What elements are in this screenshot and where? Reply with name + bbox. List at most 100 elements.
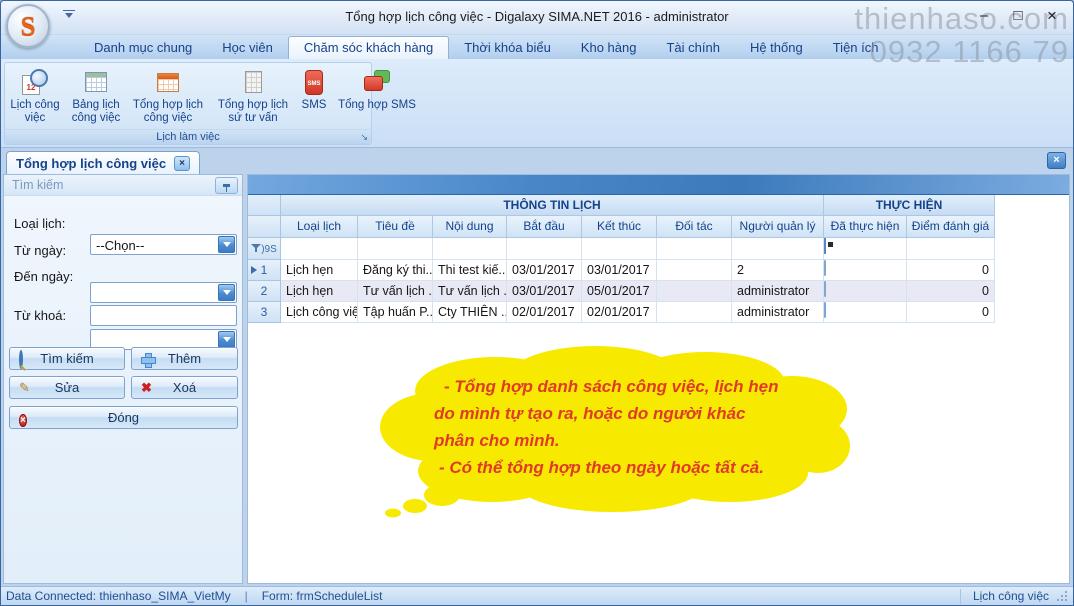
panel-close-button[interactable]: × <box>1047 152 1066 169</box>
tab-tai-chinh[interactable]: Tài chính <box>651 37 734 59</box>
column-header-noi-dung[interactable]: Nội dung <box>433 216 507 238</box>
field-label-tu-ngay: Từ ngày: <box>14 243 66 258</box>
checkbox-unchecked-icon[interactable] <box>824 260 826 276</box>
resize-grip[interactable] <box>1057 591 1068 602</box>
cell-da-thuc-hien[interactable] <box>824 302 907 323</box>
filter-indicator-cell[interactable]: )9S <box>248 238 281 260</box>
cell-da-thuc-hien[interactable] <box>824 260 907 281</box>
ribbon-button-tong-hop-sms[interactable]: Tổng hợp SMS <box>334 65 420 129</box>
cell-bat-dau[interactable]: 03/01/2017 <box>507 260 582 281</box>
cell-doi-tac[interactable] <box>657 281 732 302</box>
sheet-gray-icon <box>245 71 262 93</box>
ribbon-button-sms[interactable]: SMS <box>294 65 334 129</box>
cell-bat-dau[interactable]: 03/01/2017 <box>507 281 582 302</box>
cell-tieu-de[interactable]: Tập huấn P... <box>358 302 433 323</box>
cell-nguoi-quan-ly[interactable]: administrator <box>732 302 824 323</box>
column-header-bat-dau[interactable]: Bắt đầu <box>507 216 582 238</box>
band-thong-tin-lich[interactable]: THÔNG TIN LỊCH <box>281 195 824 216</box>
maximize-button[interactable]: □ <box>1009 6 1027 26</box>
tab-tien-ich[interactable]: Tiện ích <box>818 37 894 59</box>
tu-ngay-select[interactable] <box>90 282 237 303</box>
column-header-da-thuc-hien[interactable]: Đã thực hiện <box>824 216 907 238</box>
document-tab-close-icon[interactable]: × <box>174 156 190 171</box>
pin-button[interactable] <box>215 177 238 194</box>
quick-access-dropdown-icon[interactable] <box>63 10 75 20</box>
document-tab[interactable]: Tổng hợp lịch công việc × <box>6 151 200 174</box>
pin-icon <box>223 184 230 187</box>
chevron-down-icon[interactable] <box>218 236 235 253</box>
table-row[interactable]: 1 Lịch hẹn Đăng ký thi... Thi test kiế..… <box>248 260 1069 281</box>
delete-button[interactable]: ✖ Xoá <box>131 376 238 399</box>
table-row[interactable]: 2 Lịch hẹn Tư vấn lịch ... Tư vấn lịch .… <box>248 281 1069 302</box>
grid-caption-bar <box>248 175 1069 195</box>
logo-letter: S <box>8 6 48 48</box>
column-header-diem-danh-gia[interactable]: Điểm đánh giá <box>907 216 995 238</box>
cell-noi-dung[interactable]: Tư vấn lịch ... <box>433 281 507 302</box>
column-header-doi-tac[interactable]: Đối tác <box>657 216 732 238</box>
cell-loai-lich[interactable]: Lịch hẹn <box>281 281 358 302</box>
tab-danh-muc-chung[interactable]: Danh mục chung <box>79 37 207 59</box>
column-header-tieu-de[interactable]: Tiêu đề <box>358 216 433 238</box>
app-logo[interactable]: S <box>6 4 50 48</box>
tab-thoi-khoa-bieu[interactable]: Thời khóa biểu <box>449 37 566 59</box>
edit-button[interactable]: ✎ Sửa <box>9 376 125 399</box>
ribbon-button-tong-hop-lich-cong-viec[interactable]: Tổng hợp lịch công việc <box>128 65 208 129</box>
close-circle-icon: × <box>19 411 27 427</box>
cell-loai-lich[interactable]: Lịch hẹn <box>281 260 358 281</box>
cell-diem-danh-gia[interactable]: 0 <box>907 260 995 281</box>
cell-nguoi-quan-ly[interactable]: 2 <box>732 260 824 281</box>
search-icon <box>19 352 23 367</box>
checkbox-unchecked-icon[interactable] <box>824 281 826 297</box>
add-button[interactable]: Thêm <box>131 347 238 370</box>
window-title: Tổng hợp lịch công việc - Digalaxy SIMA.… <box>121 9 953 24</box>
loai-lich-select[interactable]: --Chọn-- <box>90 234 237 255</box>
ribbon-button-lich-cong-viec[interactable]: Lịch công việc <box>6 65 64 129</box>
tab-cham-soc-khach-hang[interactable]: Chăm sóc khách hàng <box>288 36 449 59</box>
app-window: Tổng hợp lịch công việc - Digalaxy SIMA.… <box>0 0 1074 606</box>
cell-da-thuc-hien[interactable] <box>824 281 907 302</box>
cell-doi-tac[interactable] <box>657 260 732 281</box>
filter-cell[interactable] <box>657 238 732 260</box>
tu-khoa-input[interactable] <box>90 305 237 326</box>
column-header-loai-lich[interactable]: Loại lịch <box>281 216 358 238</box>
dialog-launcher-icon[interactable]: ↘ <box>360 131 368 143</box>
cell-tieu-de[interactable]: Tư vấn lịch ... <box>358 281 433 302</box>
close-form-button[interactable]: × Đóng <box>9 406 238 429</box>
cell-diem-danh-gia[interactable]: 0 <box>907 281 995 302</box>
filter-cell[interactable] <box>358 238 433 260</box>
column-header-nguoi-quan-ly[interactable]: Người quản lý <box>732 216 824 238</box>
cell-ket-thuc[interactable]: 03/01/2017 <box>582 260 657 281</box>
cell-ket-thuc[interactable]: 05/01/2017 <box>582 281 657 302</box>
cell-loai-lich[interactable]: Lịch công việc <box>281 302 358 323</box>
cell-bat-dau[interactable]: 02/01/2017 <box>507 302 582 323</box>
chevron-down-icon[interactable] <box>218 331 235 348</box>
cell-tieu-de[interactable]: Đăng ký thi... <box>358 260 433 281</box>
table-row[interactable]: 3 Lịch công việc Tập huấn P... Cty THIÊN… <box>248 302 1069 323</box>
filter-cell[interactable] <box>433 238 507 260</box>
minimize-button[interactable]: – <box>975 6 993 26</box>
cell-noi-dung[interactable]: Cty THIÊN ... <box>433 302 507 323</box>
band-thuc-hien[interactable]: THỰC HIỆN <box>824 195 995 216</box>
filter-cell[interactable] <box>907 238 995 260</box>
column-header-ket-thuc[interactable]: Kết thúc <box>582 216 657 238</box>
cell-noi-dung[interactable]: Thi test kiế... <box>433 260 507 281</box>
cell-nguoi-quan-ly[interactable]: administrator <box>732 281 824 302</box>
tab-hoc-vien[interactable]: Học viên <box>207 37 288 59</box>
cell-diem-danh-gia[interactable]: 0 <box>907 302 995 323</box>
chevron-down-icon[interactable] <box>218 284 235 301</box>
ribbon-button-tong-hop-lich-su-tu-van[interactable]: Tổng hợp lịch sứ tư vấn <box>212 65 294 129</box>
cell-doi-tac[interactable] <box>657 302 732 323</box>
ribbon-button-bang-lich-cong-viec[interactable]: Bảng lịch công việc <box>64 65 128 129</box>
filter-cell[interactable] <box>582 238 657 260</box>
close-button[interactable]: × <box>1043 6 1061 26</box>
cell-ket-thuc[interactable]: 02/01/2017 <box>582 302 657 323</box>
filter-cell[interactable] <box>507 238 582 260</box>
filter-cell[interactable] <box>732 238 824 260</box>
filter-cell-checkbox[interactable] <box>824 238 907 260</box>
checkbox-indeterminate-icon[interactable] <box>824 238 826 254</box>
filter-cell[interactable] <box>281 238 358 260</box>
tab-kho-hang[interactable]: Kho hàng <box>566 37 652 59</box>
tab-he-thong[interactable]: Hệ thống <box>735 37 818 59</box>
checkbox-unchecked-icon[interactable] <box>824 302 826 318</box>
search-button[interactable]: Tìm kiếm <box>9 347 125 370</box>
